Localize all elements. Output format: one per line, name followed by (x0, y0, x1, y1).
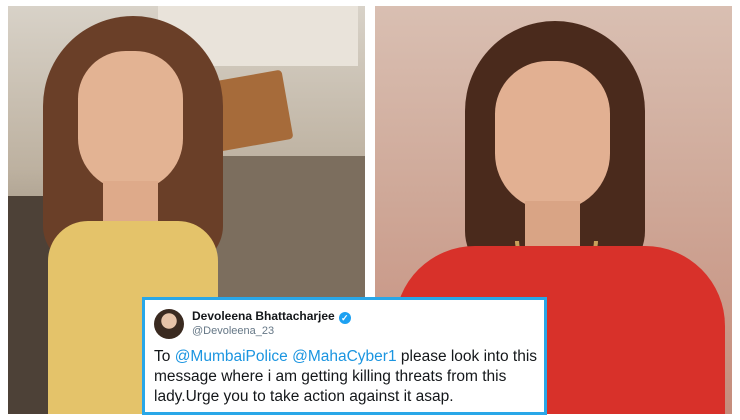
tweet-card: Devoleena Bhattacharjee ✓ @Devoleena_23 T… (142, 297, 547, 415)
tweet-text-prefix: To (154, 348, 175, 365)
mention-maha-cyber: @MahaCyber1 (292, 348, 397, 365)
tweet-handle: @Devoleena_23 (192, 325, 275, 337)
face (495, 61, 610, 211)
avatar (154, 309, 184, 339)
face (78, 51, 183, 191)
verified-icon: ✓ (338, 312, 351, 324)
author-name: Devoleena Bhattacharjee (192, 309, 335, 323)
mention-mumbai-police: @MumbaiPolice (174, 348, 288, 365)
tweet-author: Devoleena Bhattacharjee ✓ (192, 309, 351, 324)
tweet-text: To @MumbaiPolice @MahaCyber1 please look… (154, 347, 539, 407)
